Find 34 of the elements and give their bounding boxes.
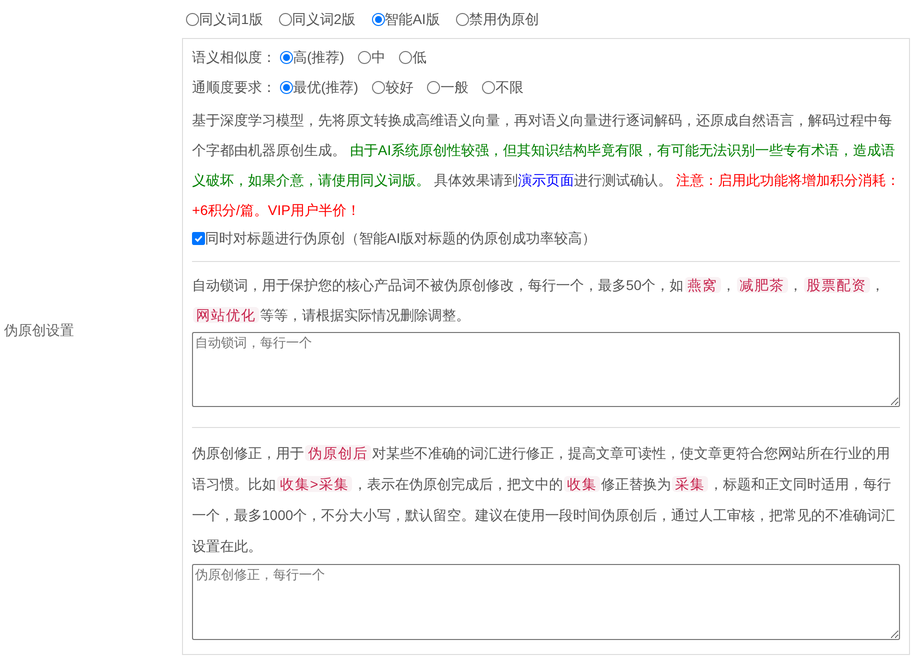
radio-button[interactable] xyxy=(372,80,386,94)
description-text: 基于深度学习模型，先将原文转换成高维语义向量，再对语义向量进行逐词解码，还原成自然语言，解码过程中每个字都由机器原创生成。 由于AI系统原创性较强，但其知识结构毕竟有限，有可能无法识别一些专有术语，造成语义破坏，如果介意，请使用同义词版。 具体效果请到演示页面进行测试确认。 注意：启用此功能将增加积分消耗：+6积分/篇。VIP用户半价！ xyxy=(192,111,900,220)
radio-button[interactable] xyxy=(482,80,496,94)
radio-button[interactable] xyxy=(280,80,293,94)
lock-words-input[interactable]: 自动锁词，每行一个 xyxy=(192,332,900,407)
checkbox[interactable] xyxy=(192,232,205,244)
checkbox-label: 同时对标题进行伪原创（智能AI版对标题的伪原创成功率较高） xyxy=(205,228,596,248)
radio-label: 禁用伪原创 xyxy=(468,10,539,28)
radio-button[interactable] xyxy=(456,12,469,26)
field-label: 语义相似度： xyxy=(192,48,276,66)
radio-button[interactable] xyxy=(372,12,385,26)
radio-button[interactable] xyxy=(358,50,372,64)
radio-label: 同义词2版 xyxy=(292,10,356,28)
radio-label: 较好 xyxy=(385,78,414,96)
radio-label: 中 xyxy=(371,48,386,66)
radio-label: 低 xyxy=(412,48,426,66)
radio-label: 一般 xyxy=(440,78,468,96)
check-icon xyxy=(194,234,203,242)
description-text: 自动锁词，用于保护您的核心产品词不被伪原创修改，每行一个，最多50个，如 燕窝 ， 减肥茶 ， 股票配资 ， 网站优化 等等，请根据实际情况删除调整。 xyxy=(192,276,886,325)
correction-input[interactable]: 伪原创修正，每行一个 xyxy=(192,564,900,640)
radio-button[interactable] xyxy=(399,50,412,64)
field-label: 通顺度要求： xyxy=(192,78,276,96)
radio-button[interactable] xyxy=(278,12,292,26)
radio-label: 高(推荐) xyxy=(293,48,344,67)
section-label: 伪原创设置 xyxy=(4,320,74,340)
radio-button[interactable] xyxy=(186,12,199,26)
demo-link[interactable]: 演示页面 xyxy=(518,172,574,188)
radio-label: 智能AI版 xyxy=(384,10,440,28)
radio-label: 不限 xyxy=(495,78,524,96)
radio-button[interactable] xyxy=(280,50,293,64)
description-text: 伪原创修正，用于 伪原创后 对某些不准确的词汇进行修正，提高文章可读性，使文章更符合您网站所在行业的用语习惯。比如 收集>采集 ，表示在伪原创完成后，把文中的 收集 修正替换为 采集 ，标题和正文同时适用，每行一个，最多1000个，不分大小写，默认留空。建议在使用一段时间伪原创后，通过人工审核，把常见的不准确词汇设置在此。 xyxy=(192,444,896,556)
radio-label: 同义词1版 xyxy=(199,10,263,28)
radio-label: 最优(推荐) xyxy=(293,78,358,97)
radio-button[interactable] xyxy=(427,80,440,94)
